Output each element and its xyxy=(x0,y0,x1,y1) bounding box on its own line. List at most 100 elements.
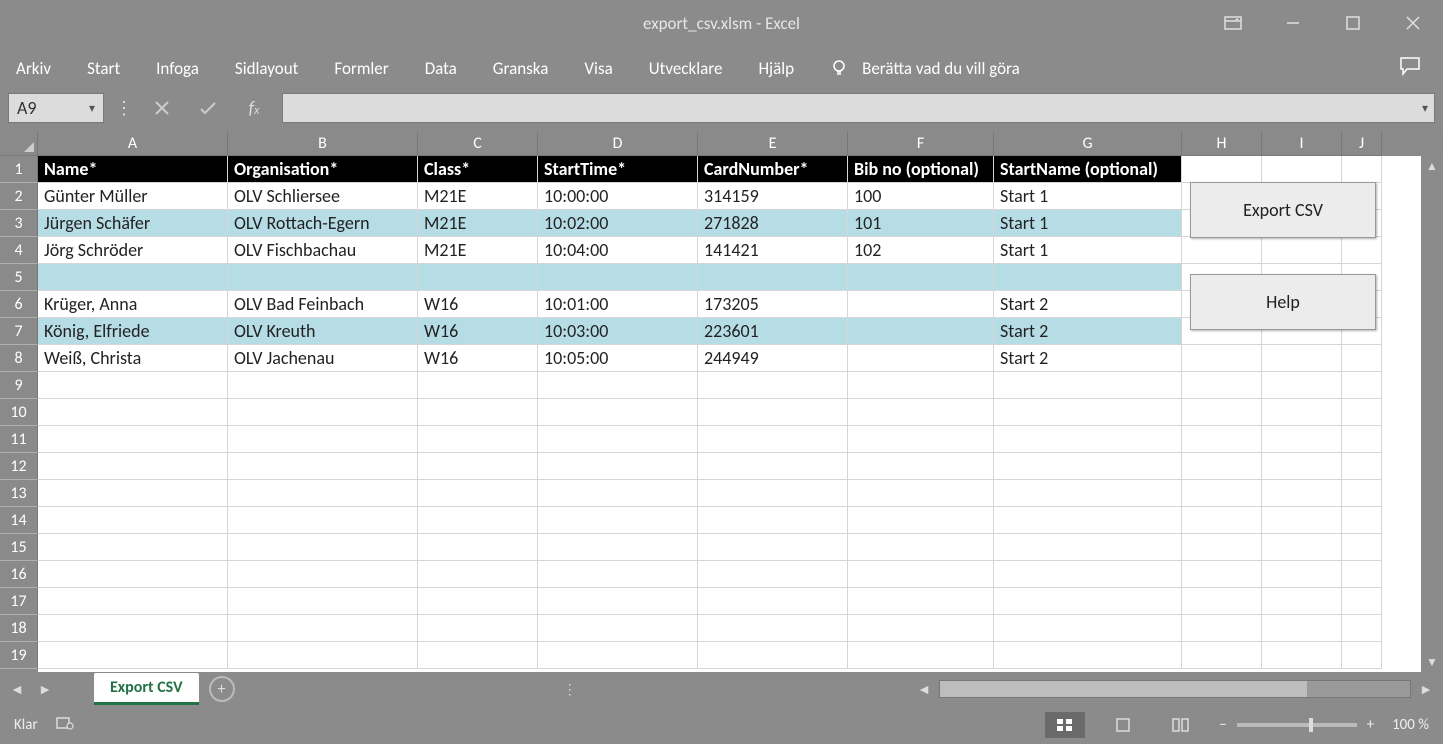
zoom-in-button[interactable]: + xyxy=(1367,716,1374,734)
cell[interactable]: 10:05:00 xyxy=(538,345,698,372)
cell[interactable] xyxy=(38,561,228,588)
cell[interactable] xyxy=(38,588,228,615)
row-header[interactable]: 5 xyxy=(0,264,38,291)
cell[interactable] xyxy=(1262,588,1342,615)
vertical-scrollbar[interactable]: ▲ ▼ xyxy=(1421,156,1443,672)
cell[interactable] xyxy=(1262,372,1342,399)
cell[interactable] xyxy=(1342,372,1382,399)
cell[interactable] xyxy=(418,480,538,507)
cell[interactable]: 100 xyxy=(848,183,994,210)
cell[interactable] xyxy=(698,561,848,588)
cell[interactable] xyxy=(1342,156,1382,183)
cell[interactable] xyxy=(1262,534,1342,561)
cell[interactable] xyxy=(994,399,1182,426)
cell[interactable] xyxy=(1262,426,1342,453)
cell[interactable] xyxy=(538,480,698,507)
row-header[interactable]: 17 xyxy=(0,588,38,615)
cell[interactable]: 10:04:00 xyxy=(538,237,698,264)
cell[interactable] xyxy=(38,642,228,669)
col-header[interactable]: A xyxy=(38,132,228,156)
cell[interactable]: OLV Fischbachau xyxy=(228,237,418,264)
cell[interactable] xyxy=(228,399,418,426)
cell[interactable]: 101 xyxy=(848,210,994,237)
row-header[interactable]: 12 xyxy=(0,453,38,480)
cell[interactable] xyxy=(1342,453,1382,480)
cell[interactable]: Start 2 xyxy=(994,345,1182,372)
cell[interactable]: Krüger, Anna xyxy=(38,291,228,318)
cell[interactable] xyxy=(38,615,228,642)
cell[interactable] xyxy=(538,264,698,291)
cell[interactable] xyxy=(1262,507,1342,534)
cell[interactable] xyxy=(538,588,698,615)
new-sheet-button[interactable]: + xyxy=(209,676,235,702)
cell[interactable] xyxy=(1262,561,1342,588)
cell[interactable]: M21E xyxy=(418,183,538,210)
cell[interactable] xyxy=(418,534,538,561)
minimize-button[interactable] xyxy=(1263,0,1323,46)
help-button[interactable]: Help xyxy=(1190,274,1376,330)
cell[interactable] xyxy=(1262,399,1342,426)
cell[interactable]: 223601 xyxy=(698,318,848,345)
row-header[interactable]: 7 xyxy=(0,318,38,345)
cell[interactable] xyxy=(848,399,994,426)
cell[interactable] xyxy=(1262,345,1342,372)
cell[interactable] xyxy=(228,480,418,507)
cell[interactable] xyxy=(994,615,1182,642)
row-header[interactable]: 4 xyxy=(0,237,38,264)
cell[interactable] xyxy=(848,372,994,399)
cell[interactable] xyxy=(848,264,994,291)
tab-formler[interactable]: Formler xyxy=(334,58,388,79)
col-header[interactable]: D xyxy=(538,132,698,156)
cell[interactable] xyxy=(994,642,1182,669)
cell[interactable] xyxy=(228,534,418,561)
scroll-left-icon[interactable]: ◄ xyxy=(915,681,933,698)
cell[interactable] xyxy=(698,264,848,291)
tab-nav-prev-icon[interactable]: ◄ xyxy=(8,681,26,698)
chevron-down-icon[interactable]: ▾ xyxy=(1422,101,1428,116)
cell[interactable]: Start 2 xyxy=(994,318,1182,345)
cell[interactable] xyxy=(418,561,538,588)
cell[interactable] xyxy=(1342,615,1382,642)
cell[interactable]: 141421 xyxy=(698,237,848,264)
cell[interactable]: OLV Schliersee xyxy=(228,183,418,210)
cell[interactable] xyxy=(1182,507,1262,534)
cell[interactable] xyxy=(994,507,1182,534)
cell[interactable]: Start 1 xyxy=(994,237,1182,264)
enter-formula-button[interactable] xyxy=(190,93,226,123)
cell[interactable] xyxy=(38,264,228,291)
cell[interactable] xyxy=(994,453,1182,480)
cell[interactable] xyxy=(538,399,698,426)
col-header[interactable]: I xyxy=(1262,132,1342,156)
macro-record-icon[interactable] xyxy=(56,715,74,736)
scroll-track[interactable] xyxy=(939,680,1411,698)
cell[interactable] xyxy=(1182,156,1262,183)
cell[interactable] xyxy=(698,534,848,561)
cell[interactable] xyxy=(538,453,698,480)
cell[interactable] xyxy=(418,507,538,534)
cell[interactable] xyxy=(1262,156,1342,183)
cell[interactable] xyxy=(994,480,1182,507)
cell[interactable] xyxy=(698,372,848,399)
cell[interactable] xyxy=(538,642,698,669)
cell[interactable]: 314159 xyxy=(698,183,848,210)
cell[interactable]: Jürgen Schäfer xyxy=(38,210,228,237)
cell[interactable] xyxy=(1342,534,1382,561)
cell[interactable] xyxy=(228,453,418,480)
cell[interactable] xyxy=(1342,480,1382,507)
tab-data[interactable]: Data xyxy=(425,58,457,79)
tell-me[interactable]: Berätta vad du vill göra xyxy=(830,58,1020,79)
cell[interactable] xyxy=(848,480,994,507)
row-header[interactable]: 16 xyxy=(0,561,38,588)
vertical-dots-icon[interactable]: ⋮ xyxy=(563,681,577,698)
cell[interactable] xyxy=(848,507,994,534)
cell[interactable] xyxy=(994,264,1182,291)
col-header[interactable]: C xyxy=(418,132,538,156)
cell[interactable] xyxy=(38,534,228,561)
page-layout-view-button[interactable] xyxy=(1103,712,1143,738)
comments-icon[interactable] xyxy=(1399,56,1443,81)
tab-infoga[interactable]: Infoga xyxy=(156,58,199,79)
row-header[interactable]: 15 xyxy=(0,534,38,561)
cell[interactable]: 10:01:00 xyxy=(538,291,698,318)
row-header[interactable]: 10 xyxy=(0,399,38,426)
cell[interactable] xyxy=(228,426,418,453)
